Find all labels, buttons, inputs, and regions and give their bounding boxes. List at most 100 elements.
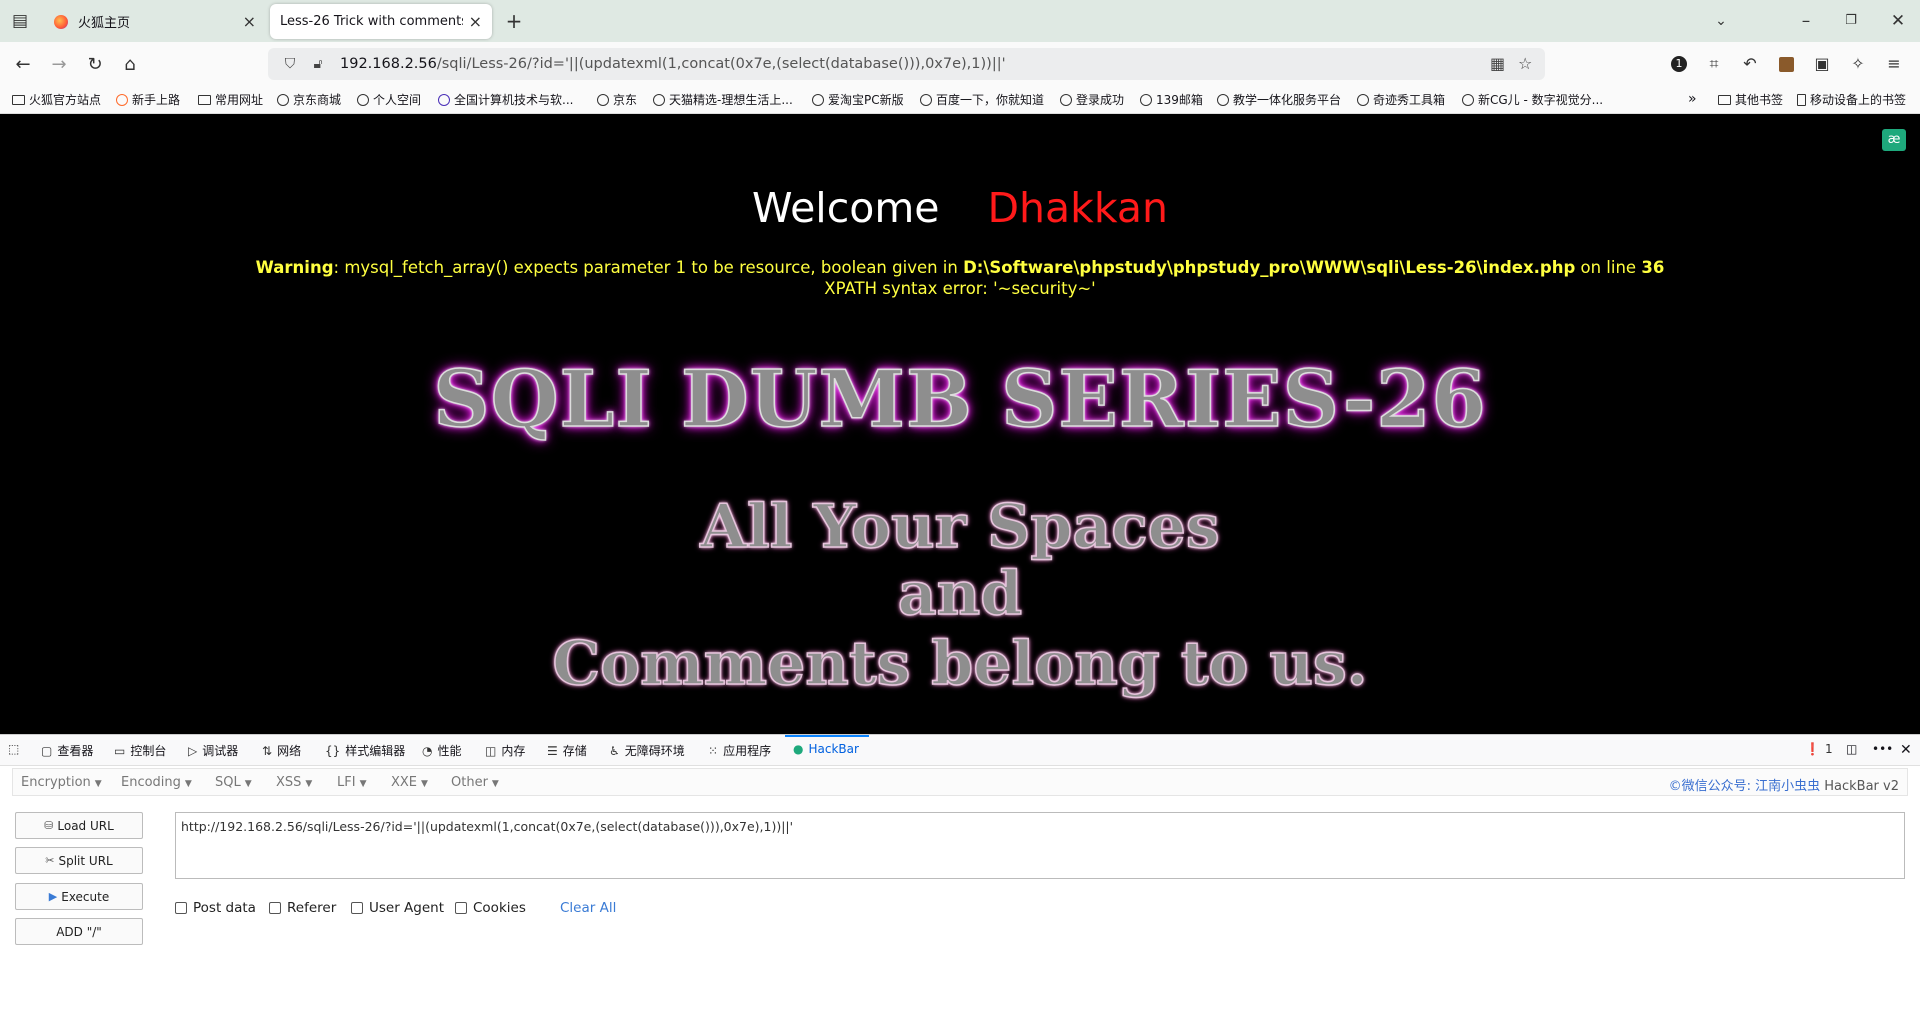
devtools-tabbar: ⬚ ▢ 查看器 ▭ 控制台 ▷ 调试器 ⇅ 网络 {} 样式编辑器 ◔ 性能 ◫ 内存 ☰ 存储… bbox=[0, 735, 1920, 766]
tab-debugger[interactable]: ▷ 调试器 bbox=[188, 742, 238, 759]
menu-lfi[interactable]: LFI ▼ bbox=[337, 775, 366, 790]
avatar-extension-icon[interactable] bbox=[1774, 52, 1798, 76]
new-tab-button[interactable]: + bbox=[503, 10, 525, 32]
tab-firefox-home[interactable]: 火狐主页 × bbox=[44, 4, 266, 39]
post-data-checkbox[interactable]: Post data bbox=[175, 900, 256, 916]
bookmark-item[interactable]: 百度一下，你就知道 bbox=[920, 91, 1044, 108]
warning-path: D:\Software\phpstudy\phpstudy_pro\WWW\sq… bbox=[963, 258, 1576, 277]
tab-application[interactable]: ⁙ 应用程序 bbox=[708, 742, 771, 759]
translate-extension-icon[interactable]: æ bbox=[1882, 129, 1906, 151]
chevron-down-icon[interactable]: ⌄ bbox=[1710, 10, 1732, 32]
tab-storage[interactable]: ☰ 存储 bbox=[547, 742, 587, 759]
menu-encoding[interactable]: Encoding ▼ bbox=[121, 775, 192, 790]
tab-style-editor[interactable]: {} 样式编辑器 bbox=[325, 742, 405, 759]
insecure-lock-icon[interactable]: 🔓︎ bbox=[308, 56, 328, 72]
tab-performance[interactable]: ◔ 性能 bbox=[422, 742, 462, 759]
url-text[interactable]: 192.168.2.56/sqli/Less-26/?id='||(update… bbox=[340, 56, 1006, 72]
bookmark-folder[interactable]: 其他书签 bbox=[1718, 91, 1783, 108]
notification-badge-icon[interactable]: 1 bbox=[1667, 52, 1691, 76]
shield-icon[interactable]: ⛉ bbox=[280, 56, 300, 72]
error-icon: ❗ bbox=[1805, 742, 1820, 756]
menu-xss[interactable]: XSS ▼ bbox=[276, 775, 312, 790]
tab-hackbar[interactable]: ● HackBar bbox=[793, 742, 859, 756]
tab-less-26[interactable]: Less-26 Trick with comments × bbox=[270, 4, 492, 39]
more-bookmarks-chevron-icon[interactable]: » bbox=[1688, 91, 1697, 107]
puzzle-icon[interactable]: ✧ bbox=[1846, 52, 1870, 76]
split-url-button[interactable]: ✂ Split URL bbox=[15, 847, 143, 874]
bookmark-item[interactable]: 爱淘宝PC新版 bbox=[812, 91, 904, 108]
clear-all-link[interactable]: Clear All bbox=[560, 900, 616, 916]
hackbar-url-input[interactable]: http://192.168.2.56/sqli/Less-26/?id='||… bbox=[175, 812, 1905, 879]
execute-button[interactable]: ▶ Execute bbox=[15, 883, 143, 910]
bookmark-item[interactable]: 天猫精选-理想生活上... bbox=[653, 91, 793, 108]
add-slash-button[interactable]: ADD "/" bbox=[15, 918, 143, 945]
bookmark-item[interactable]: 火狐官方站点 bbox=[12, 91, 101, 108]
network-icon: ⇅ bbox=[262, 743, 273, 758]
folder-icon bbox=[198, 94, 211, 105]
bookmark-item[interactable]: 新手上路 bbox=[116, 91, 180, 108]
close-icon[interactable]: ✕ bbox=[1900, 742, 1912, 758]
close-icon[interactable]: × bbox=[469, 12, 482, 31]
bookmark-item[interactable]: 京东商城 bbox=[277, 91, 341, 108]
menu-xxe[interactable]: XXE ▼ bbox=[391, 775, 428, 790]
welcome-heading: Welcome Dhakkan bbox=[0, 184, 1920, 232]
reload-button[interactable]: ↻ bbox=[82, 52, 108, 78]
home-button[interactable]: ⌂ bbox=[117, 52, 143, 78]
slogan-line-3: Comments belong to us. bbox=[552, 628, 1369, 700]
restore-button[interactable]: ❐ bbox=[1840, 10, 1862, 32]
bookmark-item[interactable]: 新CG儿 - 数字视觉分... bbox=[1462, 91, 1603, 108]
tab-list-icon[interactable]: ▤ bbox=[9, 10, 31, 32]
tab-console[interactable]: ▭ 控制台 bbox=[114, 742, 166, 759]
caret-down-icon: ▼ bbox=[94, 779, 102, 789]
tab-network[interactable]: ⇅ 网络 bbox=[262, 742, 301, 759]
back-button[interactable]: ← bbox=[10, 52, 36, 78]
menu-other[interactable]: Other ▼ bbox=[451, 775, 499, 790]
close-window-button[interactable]: ✕ bbox=[1887, 10, 1909, 32]
mobile-icon bbox=[1797, 93, 1806, 106]
hackbar-credit[interactable]: ©微信公众号: 江南小虫虫 HackBar v2 bbox=[1669, 775, 1899, 794]
bookmark-item[interactable]: 登录成功 bbox=[1060, 91, 1124, 108]
bookmark-item[interactable]: 奇迹秀工具箱 bbox=[1357, 91, 1445, 108]
menu-sql[interactable]: SQL ▼ bbox=[215, 775, 252, 790]
dock-icon[interactable]: ◫ bbox=[1846, 742, 1857, 756]
devtools-panel: ⬚ ▢ 查看器 ▭ 控制台 ▷ 调试器 ⇅ 网络 {} 样式编辑器 ◔ 性能 ◫ 内存 ☰ 存储… bbox=[0, 734, 1920, 1034]
more-options-icon[interactable]: ••• bbox=[1872, 742, 1893, 756]
element-picker-icon[interactable]: ⬚ bbox=[8, 742, 24, 756]
url-bar[interactable]: ⛉ 🔓︎ 192.168.2.56/sqli/Less-26/?id='||(u… bbox=[268, 48, 1545, 80]
bookmark-item[interactable]: 京东 bbox=[597, 91, 637, 108]
bookmark-item[interactable]: 常用网址 bbox=[198, 91, 263, 108]
slogan-line-1: All Your Spaces bbox=[700, 491, 1221, 563]
bookmark-item[interactable]: 个人空间 bbox=[357, 91, 421, 108]
bookmark-item[interactable]: 139邮箱 bbox=[1140, 91, 1203, 108]
error-count-badge[interactable]: ❗ 1 bbox=[1805, 742, 1833, 756]
tab-memory[interactable]: ◫ 内存 bbox=[485, 742, 525, 759]
load-url-button[interactable]: ⛁ Load URL bbox=[15, 812, 143, 839]
menu-encryption[interactable]: Encryption ▼ bbox=[21, 775, 102, 790]
scissors-icon: ✂ bbox=[45, 854, 55, 867]
cookies-checkbox[interactable]: Cookies bbox=[455, 900, 526, 916]
user-agent-checkbox[interactable]: User Agent bbox=[351, 900, 444, 916]
undo-icon[interactable]: ↶ bbox=[1738, 52, 1762, 76]
caret-down-icon: ▼ bbox=[305, 779, 313, 789]
xpath-error: XPATH syntax error: '~security~' bbox=[824, 279, 1096, 298]
forward-button[interactable]: → bbox=[46, 52, 72, 78]
warning-online: on line bbox=[1575, 258, 1642, 277]
globe-icon bbox=[277, 93, 289, 106]
tab-inspector[interactable]: ▢ 查看器 bbox=[41, 742, 93, 759]
bookmark-folder[interactable]: 移动设备上的书签 bbox=[1797, 91, 1906, 108]
menu-icon[interactable]: ≡ bbox=[1882, 52, 1906, 76]
qr-code-icon[interactable]: ▦ bbox=[1490, 54, 1505, 73]
extension-icon[interactable]: ▣ bbox=[1810, 52, 1834, 76]
minimize-button[interactable]: – bbox=[1795, 10, 1817, 32]
globe-icon bbox=[1060, 93, 1072, 106]
referer-checkbox[interactable]: Referer bbox=[269, 900, 336, 916]
tab-accessibility[interactable]: ♿︎ 无障碍环境 bbox=[609, 742, 685, 759]
navigation-toolbar: ← → ↻ ⌂ ⛉ 🔓︎ 192.168.2.56/sqli/Less-26/?… bbox=[0, 42, 1920, 87]
bookmark-star-icon[interactable]: ☆ bbox=[1518, 54, 1532, 73]
bookmark-item[interactable]: 教学一体化服务平台 bbox=[1217, 91, 1341, 108]
close-icon[interactable]: × bbox=[243, 12, 256, 31]
welcome-text: Welcome bbox=[751, 184, 940, 232]
bookmark-item[interactable]: 全国计算机技术与软... bbox=[438, 91, 573, 108]
crop-icon[interactable]: ⌗ bbox=[1702, 52, 1726, 76]
warning-line: 36 bbox=[1641, 258, 1665, 277]
